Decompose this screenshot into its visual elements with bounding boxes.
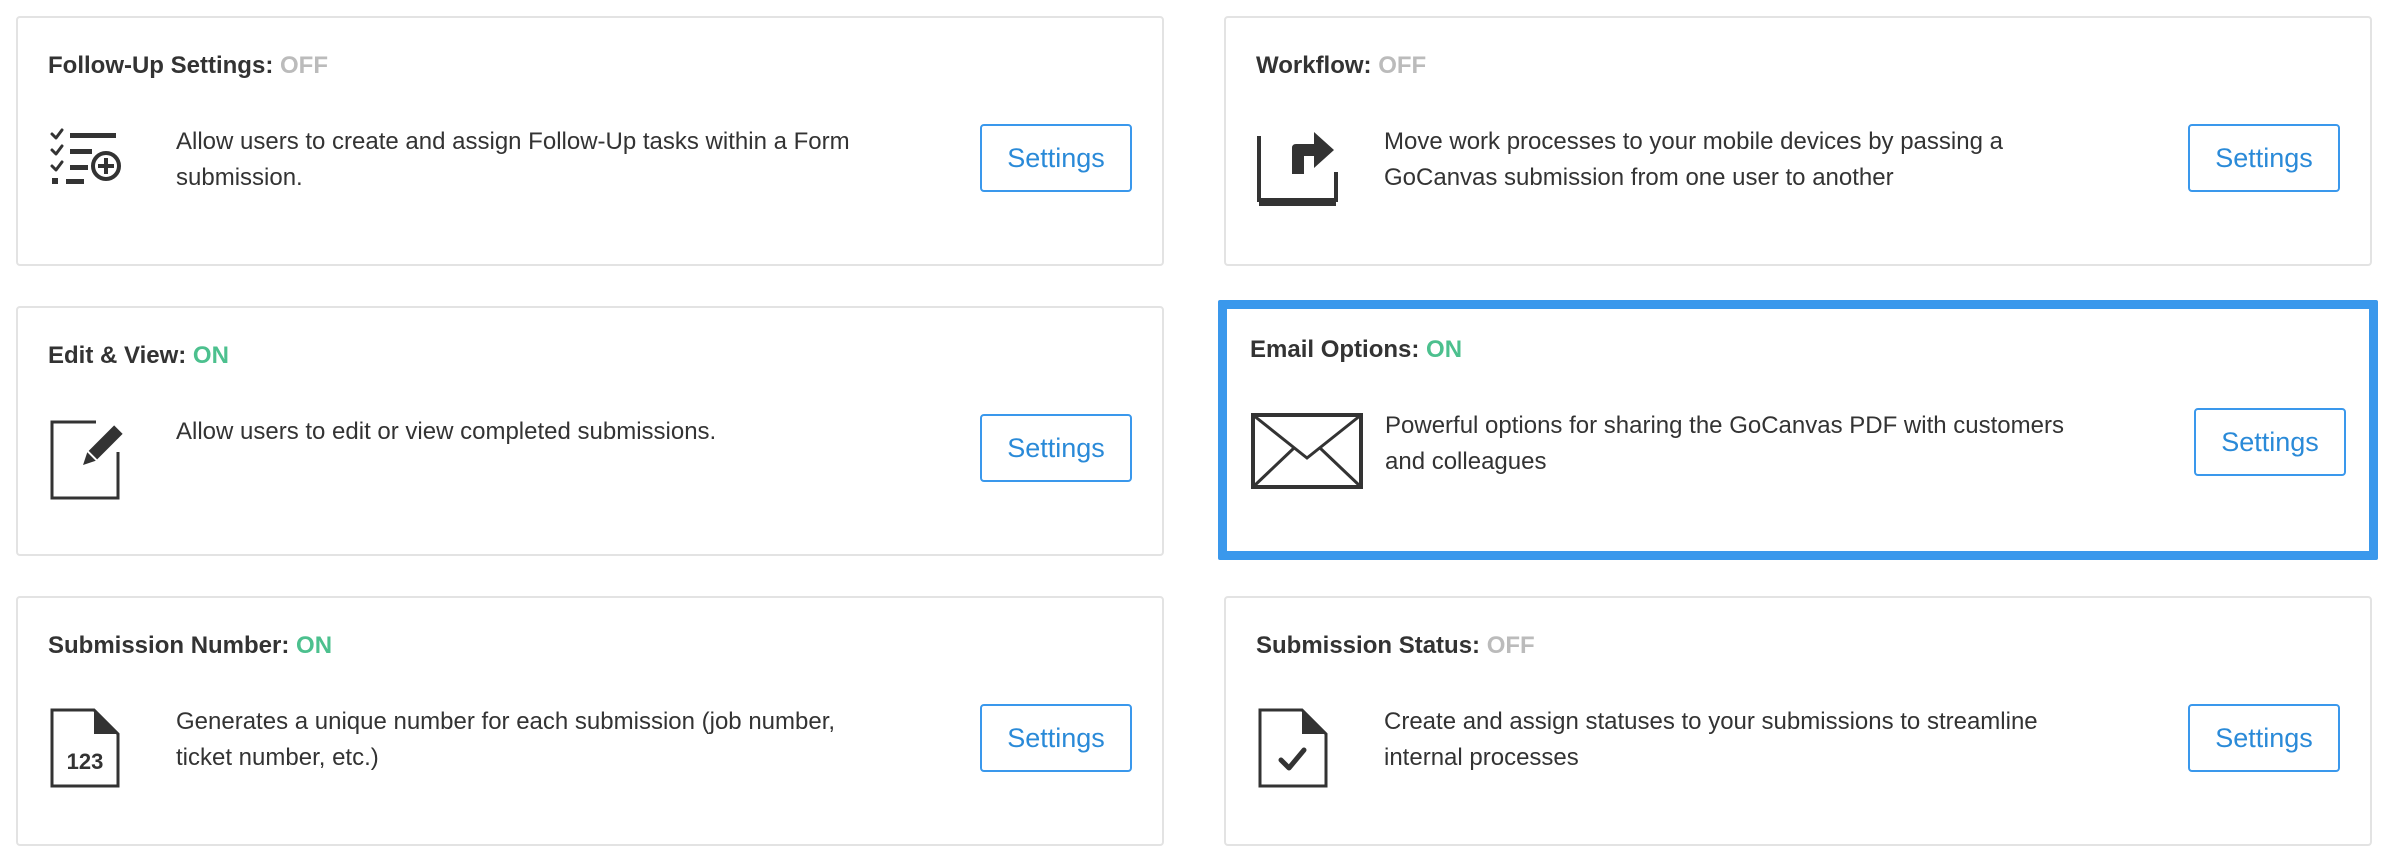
- card-title: Workflow: OFF: [1256, 52, 1426, 80]
- email-options-card: Email Options: ON Powerful options for s…: [1218, 300, 2378, 560]
- status-badge: ON: [1426, 336, 1463, 363]
- card-description: Create and assign statuses to your submi…: [1384, 708, 2038, 771]
- card-description: Generates a unique number for each submi…: [176, 708, 836, 771]
- email-options-settings-button[interactable]: Settings: [2194, 408, 2346, 476]
- workflow-share-icon: [1256, 126, 1340, 210]
- card-description: Powerful options for sharing the GoCanva…: [1385, 412, 2064, 475]
- submission-number-card: Submission Number: ON 123 Generates a un…: [16, 596, 1164, 846]
- edit-view-card: Edit & View: ON Allow users to edit or v…: [16, 306, 1164, 556]
- edit-pencil-icon: [48, 416, 132, 500]
- submission-status-card: Submission Status: OFF Create and assign…: [1224, 596, 2372, 846]
- card-title-label: Email Options:: [1250, 336, 1420, 363]
- envelope-icon: [1250, 410, 1364, 494]
- card-description: Allow users to edit or view completed su…: [176, 418, 717, 445]
- document-number-text: 123: [67, 749, 104, 774]
- card-title-label: Submission Number:: [48, 632, 290, 659]
- workflow-card: Workflow: OFF Move work processes to you…: [1224, 16, 2372, 266]
- card-title: Submission Number: ON: [48, 632, 332, 660]
- card-title-label: Workflow:: [1256, 52, 1372, 79]
- status-badge: OFF: [1378, 52, 1427, 79]
- card-title: Email Options: ON: [1250, 336, 1462, 364]
- number-document-icon: 123: [48, 706, 132, 790]
- card-title: Follow-Up Settings: OFF: [48, 52, 328, 80]
- status-badge: ON: [296, 632, 333, 659]
- follow-up-settings-button[interactable]: Settings: [980, 124, 1132, 192]
- card-title: Edit & View: ON: [48, 342, 229, 370]
- status-badge: ON: [192, 342, 229, 369]
- status-badge: OFF: [279, 52, 328, 79]
- status-badge: OFF: [1486, 632, 1535, 659]
- submission-number-settings-button[interactable]: Settings: [980, 704, 1132, 772]
- follow-up-tasks-icon: [48, 126, 132, 210]
- card-description: Move work processes to your mobile devic…: [1384, 128, 2003, 191]
- card-title: Submission Status: OFF: [1256, 632, 1535, 660]
- card-title-label: Edit & View:: [48, 342, 187, 369]
- card-description: Allow users to create and assign Follow-…: [176, 128, 850, 191]
- status-checkmark-document-icon: [1256, 706, 1340, 790]
- submission-status-settings-button[interactable]: Settings: [2188, 704, 2340, 772]
- edit-view-settings-button[interactable]: Settings: [980, 414, 1132, 482]
- workflow-settings-button[interactable]: Settings: [2188, 124, 2340, 192]
- card-title-label: Follow-Up Settings:: [48, 52, 274, 79]
- follow-up-settings-card: Follow-Up Settings: OFF Allow users to c…: [16, 16, 1164, 266]
- card-title-label: Submission Status:: [1256, 632, 1481, 659]
